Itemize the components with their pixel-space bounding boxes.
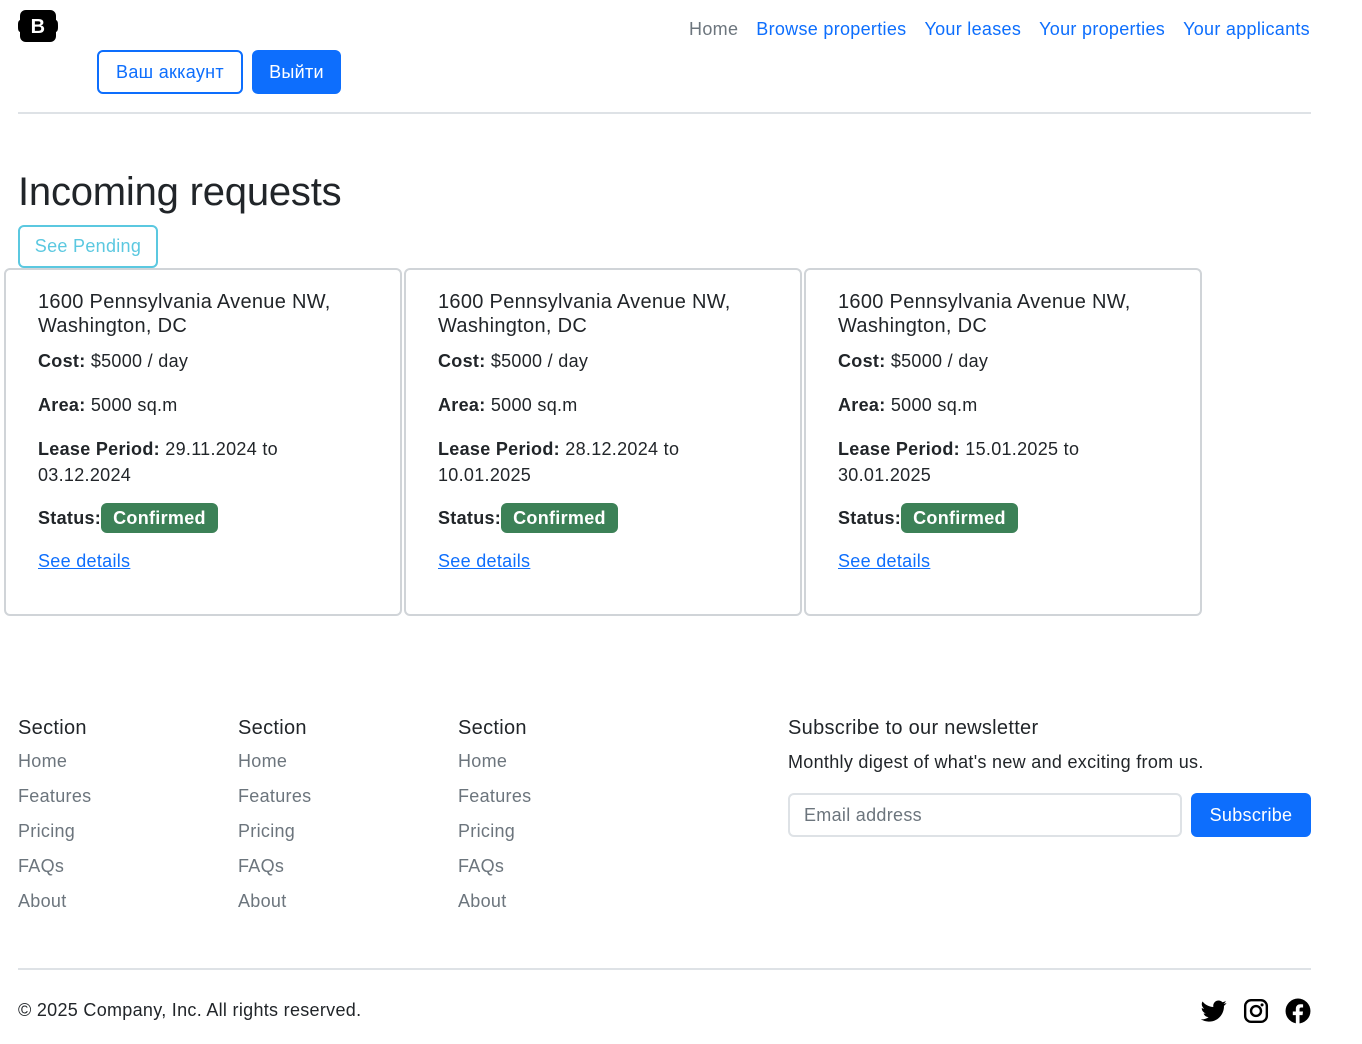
area-value: 5000 sq.m (890, 395, 978, 415)
svg-text:B: B (31, 16, 46, 38)
footer-link-faqs[interactable]: FAQs (238, 855, 311, 877)
see-details-link[interactable]: See details (438, 549, 530, 573)
newsletter-section: Subscribe to our newsletter Monthly dige… (788, 716, 1311, 837)
card-cost: Cost: $5000 / day (838, 348, 1168, 374)
footer-divider (18, 968, 1311, 970)
newsletter-title: Subscribe to our newsletter (788, 717, 1039, 739)
status-label: Status: (838, 508, 902, 528)
subscribe-button[interactable]: Subscribe (1191, 793, 1311, 837)
footer-section-title: Section (238, 717, 307, 739)
status-badge: Confirmed (101, 503, 218, 533)
see-details-link[interactable]: See details (38, 549, 130, 573)
cost-label: Cost: (38, 351, 86, 371)
area-label: Area: (38, 395, 86, 415)
footer-link-pricing[interactable]: Pricing (18, 820, 91, 842)
card-lease-period: Lease Period: 28.12.2024 to 10.01.2025 (438, 436, 768, 488)
facebook-icon[interactable] (1285, 998, 1311, 1024)
card-status: Status: Confirmed (838, 503, 1168, 533)
status-badge: Confirmed (901, 503, 1018, 533)
cost-value: $5000 / day (890, 351, 989, 371)
card-address: 1600 Pennsylvania Avenue NW, Washington,… (438, 291, 731, 337)
card-area: Area: 5000 sq.m (838, 392, 1168, 418)
card-cost: Cost: $5000 / day (38, 348, 368, 374)
area-value: 5000 sq.m (490, 395, 578, 415)
footer-link-pricing[interactable]: Pricing (238, 820, 311, 842)
card-address: 1600 Pennsylvania Avenue NW, Washington,… (38, 291, 331, 337)
twitter-icon[interactable] (1200, 998, 1227, 1024)
footer-section-2: Section Home Features Pricing FAQs About (238, 716, 311, 925)
cost-label: Cost: (438, 351, 486, 371)
footer-link-features[interactable]: Features (238, 785, 311, 807)
request-cards: 1600 Pennsylvania Avenue NW, Washington,… (4, 268, 1202, 616)
footer-link-home[interactable]: Home (18, 750, 91, 772)
social-links (1200, 998, 1311, 1024)
period-label: Lease Period: (38, 439, 160, 459)
footer-link-about[interactable]: About (238, 890, 311, 912)
page-title: Incoming requests (18, 170, 342, 214)
period-label: Lease Period: (438, 439, 560, 459)
cost-label: Cost: (838, 351, 886, 371)
footer-link-about[interactable]: About (18, 890, 91, 912)
bootstrap-logo-icon[interactable]: B (18, 10, 58, 42)
footer-link-features[interactable]: Features (18, 785, 91, 807)
card-area: Area: 5000 sq.m (438, 392, 768, 418)
footer-section-title: Section (458, 717, 527, 739)
area-label: Area: (838, 395, 886, 415)
footer-section-3: Section Home Features Pricing FAQs About (458, 716, 531, 925)
cost-value: $5000 / day (90, 351, 189, 371)
card-address: 1600 Pennsylvania Avenue NW, Washington,… (838, 291, 1131, 337)
footer-link-features[interactable]: Features (458, 785, 531, 807)
instagram-icon[interactable] (1243, 998, 1269, 1024)
card-lease-period: Lease Period: 15.01.2025 to 30.01.2025 (838, 436, 1168, 488)
see-pending-button[interactable]: See Pending (18, 225, 158, 268)
footer-link-faqs[interactable]: FAQs (18, 855, 91, 877)
area-value: 5000 sq.m (90, 395, 178, 415)
status-badge: Confirmed (501, 503, 618, 533)
footer-link-home[interactable]: Home (238, 750, 311, 772)
footer-link-about[interactable]: About (458, 890, 531, 912)
nav-your-applicants[interactable]: Your applicants (1174, 17, 1310, 41)
footer-section-title: Section (18, 717, 87, 739)
footer-link-faqs[interactable]: FAQs (458, 855, 531, 877)
request-card: 1600 Pennsylvania Avenue NW, Washington,… (4, 268, 402, 616)
nav-home[interactable]: Home (689, 17, 747, 41)
main-nav: Home Browse properties Your leases Your … (689, 17, 1310, 41)
card-cost: Cost: $5000 / day (438, 348, 768, 374)
logout-button[interactable]: Выйти (252, 50, 341, 94)
status-label: Status: (438, 508, 502, 528)
header-divider (18, 112, 1311, 114)
status-label: Status: (38, 508, 102, 528)
footer-section-1: Section Home Features Pricing FAQs About (18, 716, 91, 925)
footer-link-home[interactable]: Home (458, 750, 531, 772)
request-card: 1600 Pennsylvania Avenue NW, Washington,… (404, 268, 802, 616)
nav-your-leases[interactable]: Your leases (915, 17, 1030, 41)
footer-link-pricing[interactable]: Pricing (458, 820, 531, 842)
card-status: Status: Confirmed (438, 503, 768, 533)
email-field[interactable]: Email address (788, 793, 1182, 837)
request-card: 1600 Pennsylvania Avenue NW, Washington,… (804, 268, 1202, 616)
account-button[interactable]: Ваш аккаунт (97, 50, 243, 94)
card-status: Status: Confirmed (38, 503, 368, 533)
cost-value: $5000 / day (490, 351, 589, 371)
newsletter-description: Monthly digest of what's new and excitin… (788, 752, 1204, 772)
nav-browse-properties[interactable]: Browse properties (747, 17, 915, 41)
newsletter-form: Email address Subscribe (788, 793, 1311, 837)
copyright-text: © 2025 Company, Inc. All rights reserved… (18, 1000, 362, 1020)
nav-your-properties[interactable]: Your properties (1030, 17, 1174, 41)
period-label: Lease Period: (838, 439, 960, 459)
card-area: Area: 5000 sq.m (38, 392, 368, 418)
see-details-link[interactable]: See details (838, 549, 930, 573)
card-lease-period: Lease Period: 29.11.2024 to 03.12.2024 (38, 436, 368, 488)
area-label: Area: (438, 395, 486, 415)
